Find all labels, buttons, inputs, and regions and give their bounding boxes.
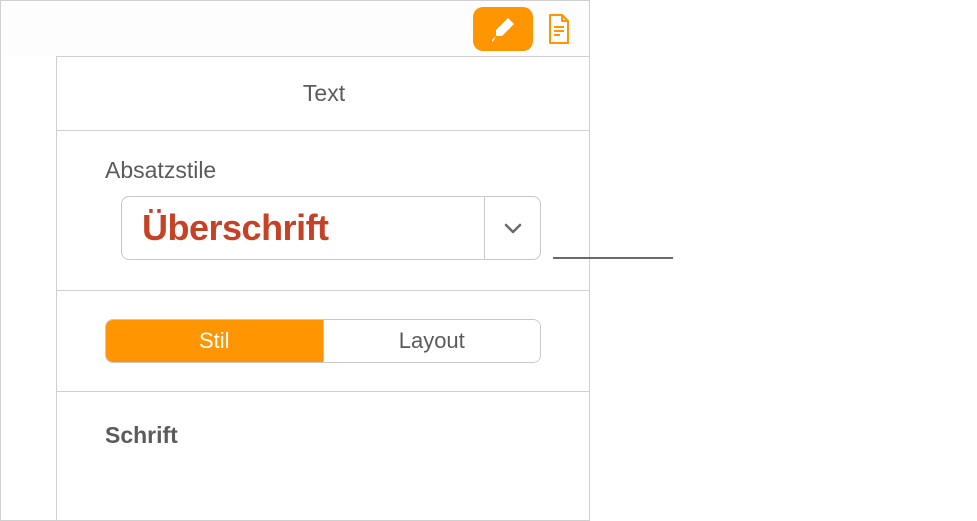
format-inspector-panel: Text Absatzstile Überschrift Stil Layout bbox=[0, 0, 590, 521]
toolbar bbox=[1, 1, 589, 56]
font-section-label: Schrift bbox=[57, 392, 590, 449]
paragraph-styles-label: Absatzstile bbox=[105, 157, 543, 184]
chevron-down-icon bbox=[504, 222, 522, 234]
paragraph-styles-section: Absatzstile Überschrift bbox=[57, 131, 590, 260]
inspector-content: Text Absatzstile Überschrift Stil Layout bbox=[57, 56, 590, 449]
text-tab[interactable]: Text bbox=[57, 56, 590, 131]
paintbrush-icon bbox=[489, 15, 517, 43]
tab-stil[interactable]: Stil bbox=[106, 320, 324, 362]
tab-layout[interactable]: Layout bbox=[324, 320, 541, 362]
section-divider bbox=[57, 290, 590, 291]
text-tab-label: Text bbox=[303, 80, 345, 107]
document-button[interactable] bbox=[541, 7, 577, 51]
current-style-name: Überschrift bbox=[122, 207, 484, 249]
tab-stil-label: Stil bbox=[199, 328, 230, 354]
left-gutter bbox=[1, 56, 57, 521]
style-layout-tabs: Stil Layout bbox=[105, 319, 541, 363]
paragraph-style-dropdown[interactable]: Überschrift bbox=[121, 196, 541, 260]
dropdown-toggle[interactable] bbox=[484, 197, 540, 259]
document-icon bbox=[546, 13, 572, 45]
format-button[interactable] bbox=[473, 7, 533, 51]
tab-layout-label: Layout bbox=[399, 328, 465, 354]
